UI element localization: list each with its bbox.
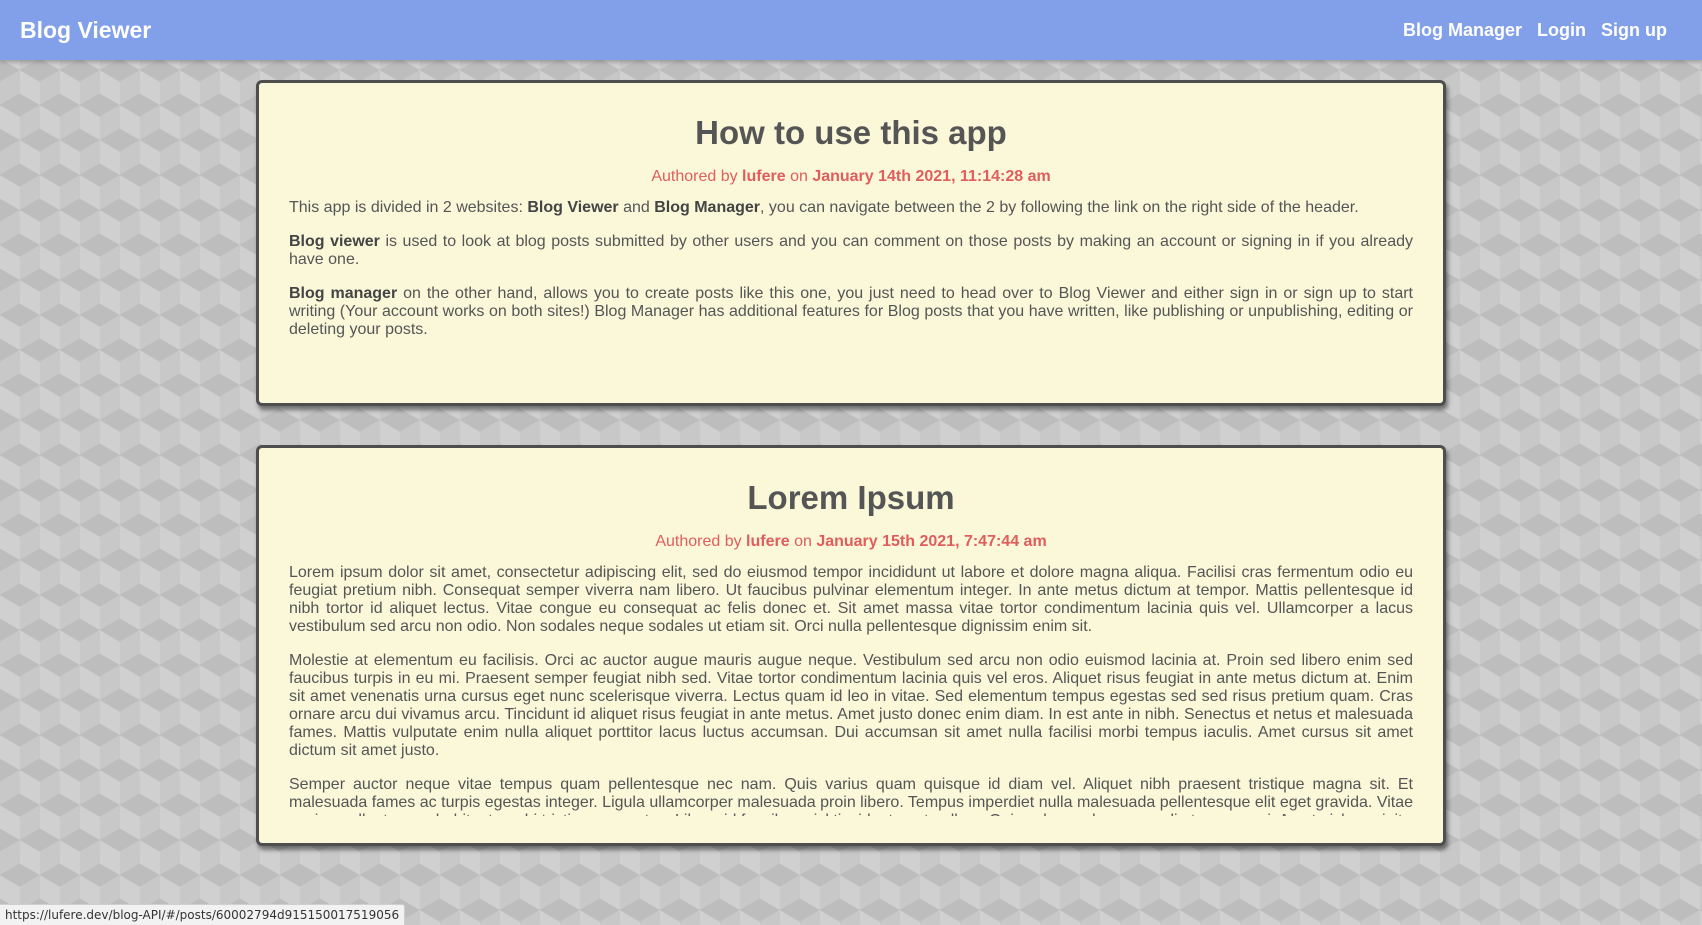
post-paragraph: Molestie at elementum eu facilisis. Orci… bbox=[289, 652, 1413, 759]
nav-blog-manager[interactable]: Blog Manager bbox=[1403, 20, 1522, 41]
meta-on: on bbox=[789, 533, 817, 550]
post-meta: Authored by lufere on January 14th 2021,… bbox=[289, 167, 1413, 187]
post-content: Lorem ipsum dolor sit amet, consectetur … bbox=[289, 564, 1413, 816]
post-title[interactable]: Lorem Ipsum bbox=[289, 448, 1413, 518]
nav-sign-up[interactable]: Sign up bbox=[1601, 20, 1667, 41]
bold-text: Blog manager bbox=[289, 285, 398, 302]
post-paragraph: This app is divided in 2 websites: Blog … bbox=[289, 199, 1359, 216]
post-title[interactable]: How to use this app bbox=[289, 83, 1413, 153]
header: Blog Viewer Blog Manager Login Sign up bbox=[0, 0, 1702, 60]
bold-text: Blog Manager bbox=[654, 199, 761, 216]
post-paragraph: Blog manager on the other hand, allows y… bbox=[289, 285, 1413, 338]
nav: Blog Manager Login Sign up bbox=[1403, 20, 1667, 41]
post-content: This app is divided in 2 websites: Blog … bbox=[289, 199, 1413, 339]
post-meta: Authored by lufere on January 15th 2021,… bbox=[289, 532, 1413, 552]
post-card[interactable]: How to use this app Authored by lufere o… bbox=[256, 80, 1446, 406]
meta-prefix: Authored by bbox=[655, 533, 747, 550]
post-author: lufere bbox=[742, 168, 786, 185]
post-paragraph: Semper auctor neque vitae tempus quam pe… bbox=[289, 776, 1413, 816]
post-paragraph: Lorem ipsum dolor sit amet, consectetur … bbox=[289, 564, 1413, 635]
meta-prefix: Authored by bbox=[651, 168, 743, 185]
meta-on: on bbox=[785, 168, 813, 185]
brand-link[interactable]: Blog Viewer bbox=[20, 17, 151, 44]
bold-text: Blog Viewer bbox=[527, 199, 619, 216]
post-date: January 15th 2021, 7:47:44 am bbox=[816, 533, 1047, 550]
nav-login[interactable]: Login bbox=[1537, 20, 1586, 41]
post-card[interactable]: Lorem Ipsum Authored by lufere on Januar… bbox=[256, 445, 1446, 846]
status-bar-url: https://lufere.dev/blog-API/#/posts/6000… bbox=[0, 904, 406, 925]
post-author: lufere bbox=[746, 533, 790, 550]
post-date: January 14th 2021, 11:14:28 am bbox=[812, 168, 1051, 185]
post-paragraph: Blog viewer is used to look at blog post… bbox=[289, 233, 1413, 268]
bold-text: Blog viewer bbox=[289, 233, 380, 250]
